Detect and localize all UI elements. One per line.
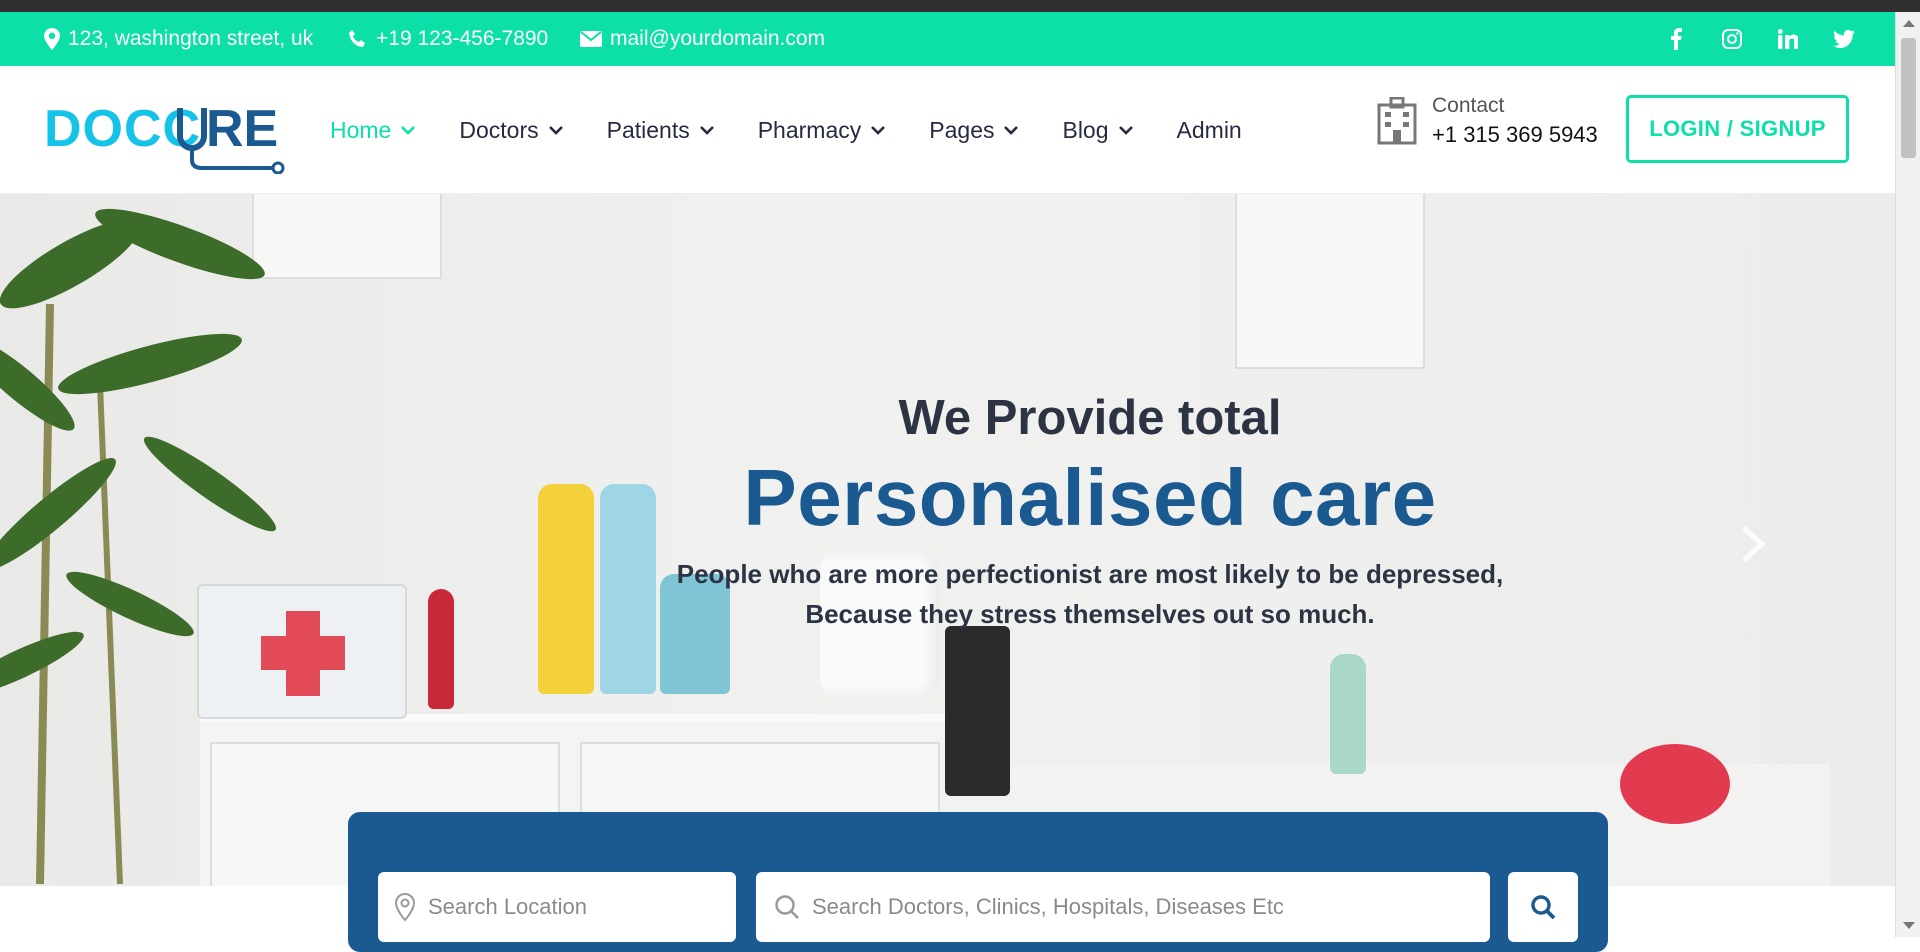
email-info: mail@yourdomain.com — [580, 12, 825, 66]
main-header: DOCC RE Home Doctors Patients Pharmacy P… — [0, 66, 1895, 194]
nav-patients[interactable]: Patients — [607, 117, 714, 144]
green-bottle — [1330, 654, 1366, 774]
nav-admin[interactable]: Admin — [1177, 117, 1242, 144]
address-text: 123, washington street, uk — [68, 27, 314, 50]
doctor-search-input[interactable]: Search Doctors, Clinics, Hospitals, Dise… — [756, 872, 1490, 942]
contact-phone[interactable]: +1 315 369 5943 — [1432, 122, 1598, 148]
search-icon — [775, 895, 799, 919]
chevron-down-icon — [871, 125, 886, 135]
hospital-building-icon — [1377, 97, 1417, 145]
site-logo[interactable]: DOCC RE — [44, 94, 289, 175]
chevron-down-icon — [699, 125, 714, 135]
nav-blog[interactable]: Blog — [1062, 116, 1133, 144]
envelope-icon — [580, 31, 602, 47]
phone-text: +19 123-456-7890 — [376, 27, 549, 50]
hero-subtext-line-1: People who are more perfectionist are mo… — [676, 559, 1504, 589]
hero-line-2: Personalised care — [743, 453, 1437, 542]
phone-info: +19 123-456-7890 — [348, 12, 548, 66]
nav-pages[interactable]: Pages — [929, 116, 1019, 144]
hero-line-1: We Provide total — [898, 391, 1282, 445]
search-panel: Search Location Search Doctors, Clinics,… — [348, 812, 1608, 952]
nav-pharmacy-label: Pharmacy — [757, 116, 862, 143]
instagram-icon[interactable] — [1721, 28, 1743, 50]
nav-doctors-label: Doctors — [459, 116, 539, 143]
svg-text:RE: RE — [206, 100, 278, 158]
map-pin-icon — [44, 28, 60, 50]
nav-home[interactable]: Home — [330, 116, 416, 144]
main-nav: Home Doctors Patients Pharmacy Pages Blo… — [330, 66, 1286, 194]
location-search-placeholder: Search Location — [428, 894, 587, 919]
facebook-icon[interactable] — [1665, 28, 1687, 50]
search-icon — [1531, 895, 1556, 920]
heart-model — [1620, 744, 1730, 824]
hero-heading-block: We Provide total Personalised care Peopl… — [0, 390, 1895, 634]
chevron-down-icon — [548, 125, 563, 135]
linkedin-icon[interactable] — [1777, 28, 1799, 50]
nav-doctors[interactable]: Doctors — [459, 116, 563, 144]
browser-chrome-strip — [0, 0, 1920, 12]
contact-label: Contact — [1432, 94, 1505, 117]
scroll-up-arrow-icon[interactable] — [1903, 20, 1915, 27]
email-text[interactable]: mail@yourdomain.com — [610, 27, 825, 51]
nav-patients-label: Patients — [606, 116, 690, 143]
nav-home-label: Home — [330, 116, 392, 143]
scrollbar-thumb[interactable] — [1901, 38, 1916, 158]
social-links — [1665, 12, 1855, 66]
carousel-next-arrow-icon[interactable] — [1740, 524, 1768, 564]
hero-subtext: People who are more perfectionist are mo… — [0, 554, 1895, 634]
page-scrollbar[interactable] — [1895, 12, 1920, 937]
nav-pharmacy[interactable]: Pharmacy — [758, 117, 886, 144]
nav-blog-label: Blog — [1062, 116, 1109, 143]
hero-subtext-line-2: Because they stress themselves out so mu… — [805, 599, 1375, 629]
top-info-bar: 123, washington street, uk +19 123-456-7… — [0, 12, 1895, 66]
scroll-down-arrow-icon[interactable] — [1903, 922, 1915, 929]
hero-banner: We Provide total Personalised care Peopl… — [0, 194, 1895, 886]
twitter-icon[interactable] — [1833, 28, 1855, 50]
wall-poster-right — [1235, 194, 1425, 369]
black-case — [945, 626, 1010, 796]
location-pin-icon — [394, 892, 416, 922]
nav-pages-label: Pages — [929, 116, 995, 143]
login-signup-button[interactable]: LOGIN / SIGNUP — [1626, 95, 1849, 163]
nav-admin-label: Admin — [1176, 116, 1242, 143]
search-submit-button[interactable] — [1508, 872, 1578, 942]
chevron-down-icon — [1118, 125, 1133, 135]
header-contact: Contact +1 315 369 5943 — [1376, 94, 1598, 148]
address-info: 123, washington street, uk — [44, 12, 313, 66]
doctor-search-placeholder: Search Doctors, Clinics, Hospitals, Dise… — [812, 894, 1284, 919]
location-search-input[interactable]: Search Location — [378, 872, 736, 942]
chevron-down-icon — [1004, 125, 1019, 135]
logo-graphic: DOCC RE — [44, 100, 285, 175]
chevron-down-icon — [401, 125, 416, 135]
phone-icon — [349, 30, 365, 47]
